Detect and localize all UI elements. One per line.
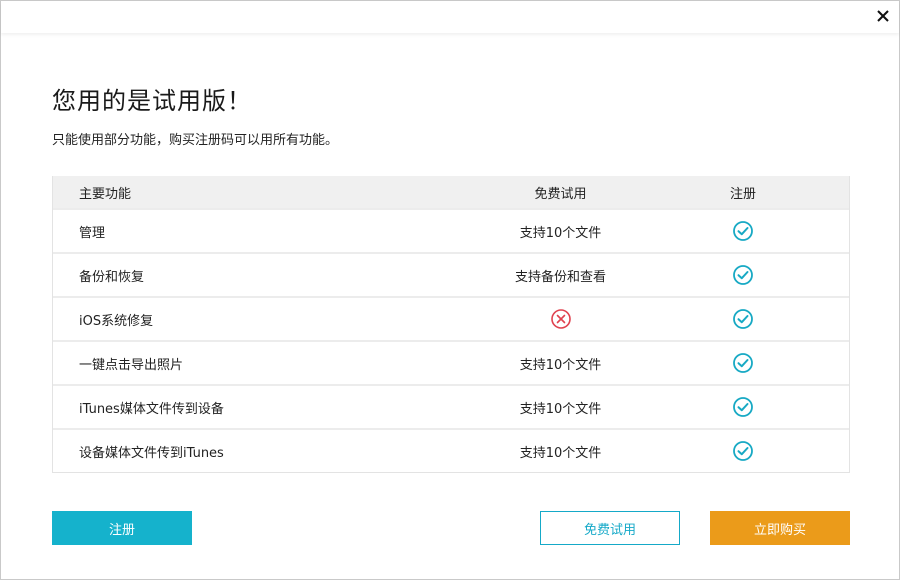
register-support-cell xyxy=(637,396,849,418)
feature-name: 管理 xyxy=(79,225,106,241)
close-button[interactable] xyxy=(871,4,895,28)
register-support-cell xyxy=(637,220,849,242)
check-circle-icon xyxy=(733,221,753,241)
register-support-cell xyxy=(637,352,849,374)
header-feature: 主要功能 xyxy=(79,186,132,202)
table-row: 备份和恢复 支持备份和查看 xyxy=(53,252,849,296)
check-circle-icon xyxy=(733,265,753,285)
feature-name: 备份和恢复 xyxy=(79,269,145,285)
table-row: iTunes媒体文件传到设备 支持10个文件 xyxy=(53,384,849,428)
page-subtitle: 只能使用部分功能，购买注册码可以用所有功能。 xyxy=(52,133,339,148)
check-circle-icon xyxy=(733,353,753,373)
register-support-cell xyxy=(637,264,849,286)
trial-support-text: 支持10个文件 xyxy=(519,357,602,373)
title-bar xyxy=(1,1,899,33)
free-trial-button[interactable]: 免费试用 xyxy=(540,511,680,545)
close-icon xyxy=(877,10,889,22)
table-row: 一键点击导出照片 支持10个文件 xyxy=(53,340,849,384)
header-trial: 免费试用 xyxy=(534,186,587,202)
trial-support-text: 支持10个文件 xyxy=(519,445,602,461)
register-support-cell xyxy=(637,440,849,462)
feature-name: 设备媒体文件传到iTunes xyxy=(79,445,224,461)
cross-circle-icon xyxy=(550,309,571,329)
header-register: 注册 xyxy=(729,186,756,202)
feature-name: iTunes媒体文件传到设备 xyxy=(79,401,224,417)
table-header: 主要功能 免费试用 注册 xyxy=(53,176,849,208)
buy-now-button[interactable]: 立即购买 xyxy=(710,511,850,545)
trial-support-text: 支持10个文件 xyxy=(519,225,602,241)
table-row: 管理 支持10个文件 xyxy=(53,208,849,252)
register-button[interactable]: 注册 xyxy=(52,511,192,545)
trial-support-text: 支持备份和查看 xyxy=(514,269,606,285)
trial-support-cell xyxy=(484,308,637,330)
check-circle-icon xyxy=(733,397,753,417)
register-support-cell xyxy=(637,308,849,330)
table-row: iOS系统修复 xyxy=(53,296,849,340)
check-circle-icon xyxy=(733,441,753,461)
table-row: 设备媒体文件传到iTunes 支持10个文件 xyxy=(53,428,849,472)
feature-name: iOS系统修复 xyxy=(79,313,154,329)
check-circle-icon xyxy=(733,309,753,329)
page-title: 您用的是试用版！ xyxy=(52,87,252,115)
feature-comparison-table: 主要功能 免费试用 注册 管理 支持10个文件 备份和恢复 支持备份和查看 iOS系统修… xyxy=(52,176,850,473)
feature-name: 一键点击导出照片 xyxy=(79,357,184,373)
trial-support-text: 支持10个文件 xyxy=(519,401,602,417)
trial-dialog: 您用的是试用版！ 只能使用部分功能，购买注册码可以用所有功能。 主要功能 免费试… xyxy=(0,0,900,580)
